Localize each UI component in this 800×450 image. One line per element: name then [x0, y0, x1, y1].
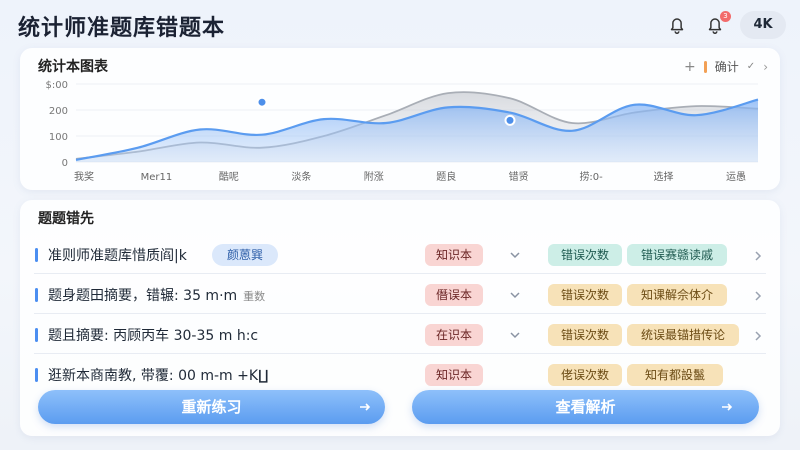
category-tag[interactable]: 僭误本 — [425, 284, 483, 306]
question-row[interactable]: 逛新本商南教, 带覆: 00 m-m +K∐ 知识本 佬误次数 知有都設鬣 — [20, 358, 780, 394]
chevron-right-icon[interactable] — [752, 329, 764, 343]
error-count-tag[interactable]: 错误次数 — [548, 284, 622, 306]
data-point-marker[interactable] — [256, 96, 268, 108]
x-tick-label: 捞:0- — [579, 170, 603, 183]
y-tick-label: 100 — [49, 132, 68, 143]
error-count-tag[interactable]: 错误次数 — [548, 324, 622, 346]
error-count-tag[interactable]: 佬误次数 — [548, 364, 622, 386]
x-tick-label: 题良 — [436, 170, 456, 183]
y-tick-label: 0 — [62, 158, 68, 169]
error-list-title: 题题错先 — [38, 211, 94, 227]
category-tag[interactable]: 在识本 — [425, 324, 483, 346]
x-tick-label: 运愚 — [726, 171, 746, 183]
question-main: 题身题田摘要，错辗: 35 m·m — [48, 288, 238, 304]
view-analysis-button-label: 查看解析 — [555, 398, 616, 416]
x-tick-label: 淡条 — [291, 170, 311, 183]
resolution-toggle[interactable]: 4K — [740, 11, 786, 39]
row-marker — [35, 328, 38, 342]
question-sub: 重数 — [243, 290, 266, 303]
row-divider — [34, 353, 766, 354]
chevron-right-icon[interactable] — [752, 249, 764, 263]
chevron-right-icon[interactable] — [752, 289, 764, 303]
x-tick-label: 酷呢 — [219, 171, 239, 183]
question-text: 准则师准题库惜质阎|k — [48, 248, 187, 264]
top-bar: 统计师准题库错题本 3 4K — [0, 0, 800, 48]
error-detail-tag[interactable]: 知课解佘体介 — [627, 284, 727, 306]
error-detail-tag[interactable]: 知有都設鬣 — [627, 364, 723, 386]
app-title: 统计师准题库错题本 — [18, 16, 226, 41]
question-row[interactable]: 题且摘要: 丙顾丙车 30-35 m h:c 在识本 错误次数 统误最锚措传论 — [20, 318, 780, 354]
row-marker — [35, 248, 38, 262]
chevron-down-icon[interactable] — [508, 288, 522, 302]
chevron-down-icon[interactable] — [508, 328, 522, 342]
chart-card: 统计本图表 + 确计 ✓ › 0 100 200 $:00 我奖 Mer11 酷呢 淡条 附涨… — [20, 48, 780, 190]
question-row[interactable]: 准则师准题库惜质阎|k 颜蒽巽 知识本 错误次数 错误赛赣读戚 — [20, 238, 780, 274]
question-chip[interactable]: 颜蒽巽 — [212, 244, 278, 266]
category-tag[interactable]: 知识本 — [425, 364, 483, 386]
y-tick-label: $:00 — [46, 80, 68, 91]
arrow-right-icon — [360, 403, 371, 411]
row-marker — [35, 288, 38, 302]
row-marker — [35, 368, 38, 382]
category-tag[interactable]: 知识本 — [425, 244, 483, 266]
row-divider — [34, 313, 766, 314]
bell-icon[interactable] — [666, 14, 688, 36]
x-tick-label: 错贤 — [509, 170, 529, 183]
retry-button[interactable]: 重新练习 — [38, 390, 385, 424]
question-text: 逛新本商南教, 带覆: 00 m-m +K∐ — [48, 368, 269, 384]
error-detail-tag[interactable]: 错误赛赣读戚 — [627, 244, 727, 266]
error-list-card: 题题错先 准则师准题库惜质阎|k 颜蒽巽 知识本 错误次数 错误赛赣读戚 题身题… — [20, 200, 780, 436]
x-tick-label: 附涨 — [364, 170, 384, 183]
notification-badge: 3 — [720, 11, 731, 22]
data-point-marker[interactable] — [504, 114, 516, 126]
question-text: 题身题田摘要，错辗: 35 m·m 重数 — [48, 285, 265, 305]
x-tick-label: 我奖 — [74, 170, 94, 183]
x-tick-label: Mer11 — [141, 172, 173, 183]
row-divider — [34, 273, 766, 274]
line-chart: 0 100 200 $:00 我奖 Mer11 酷呢 淡条 附涨 题良 错贤 捞:0- 选择 运愚 — [46, 80, 759, 183]
chevron-down-icon[interactable] — [508, 248, 522, 262]
retry-button-label: 重新练习 — [181, 398, 242, 416]
arrow-right-icon — [722, 403, 733, 411]
x-tick-label: 选择 — [654, 170, 674, 183]
error-count-tag[interactable]: 错误次数 — [548, 244, 622, 266]
question-text: 题且摘要: 丙顾丙车 30-35 m h:c — [48, 328, 259, 344]
error-detail-tag[interactable]: 统误最锚措传论 — [627, 324, 739, 346]
y-tick-label: 200 — [49, 106, 68, 117]
view-analysis-button[interactable]: 查看解析 — [412, 390, 759, 424]
question-row[interactable]: 题身题田摘要，错辗: 35 m·m 重数 僭误本 错误次数 知课解佘体介 — [20, 278, 780, 314]
